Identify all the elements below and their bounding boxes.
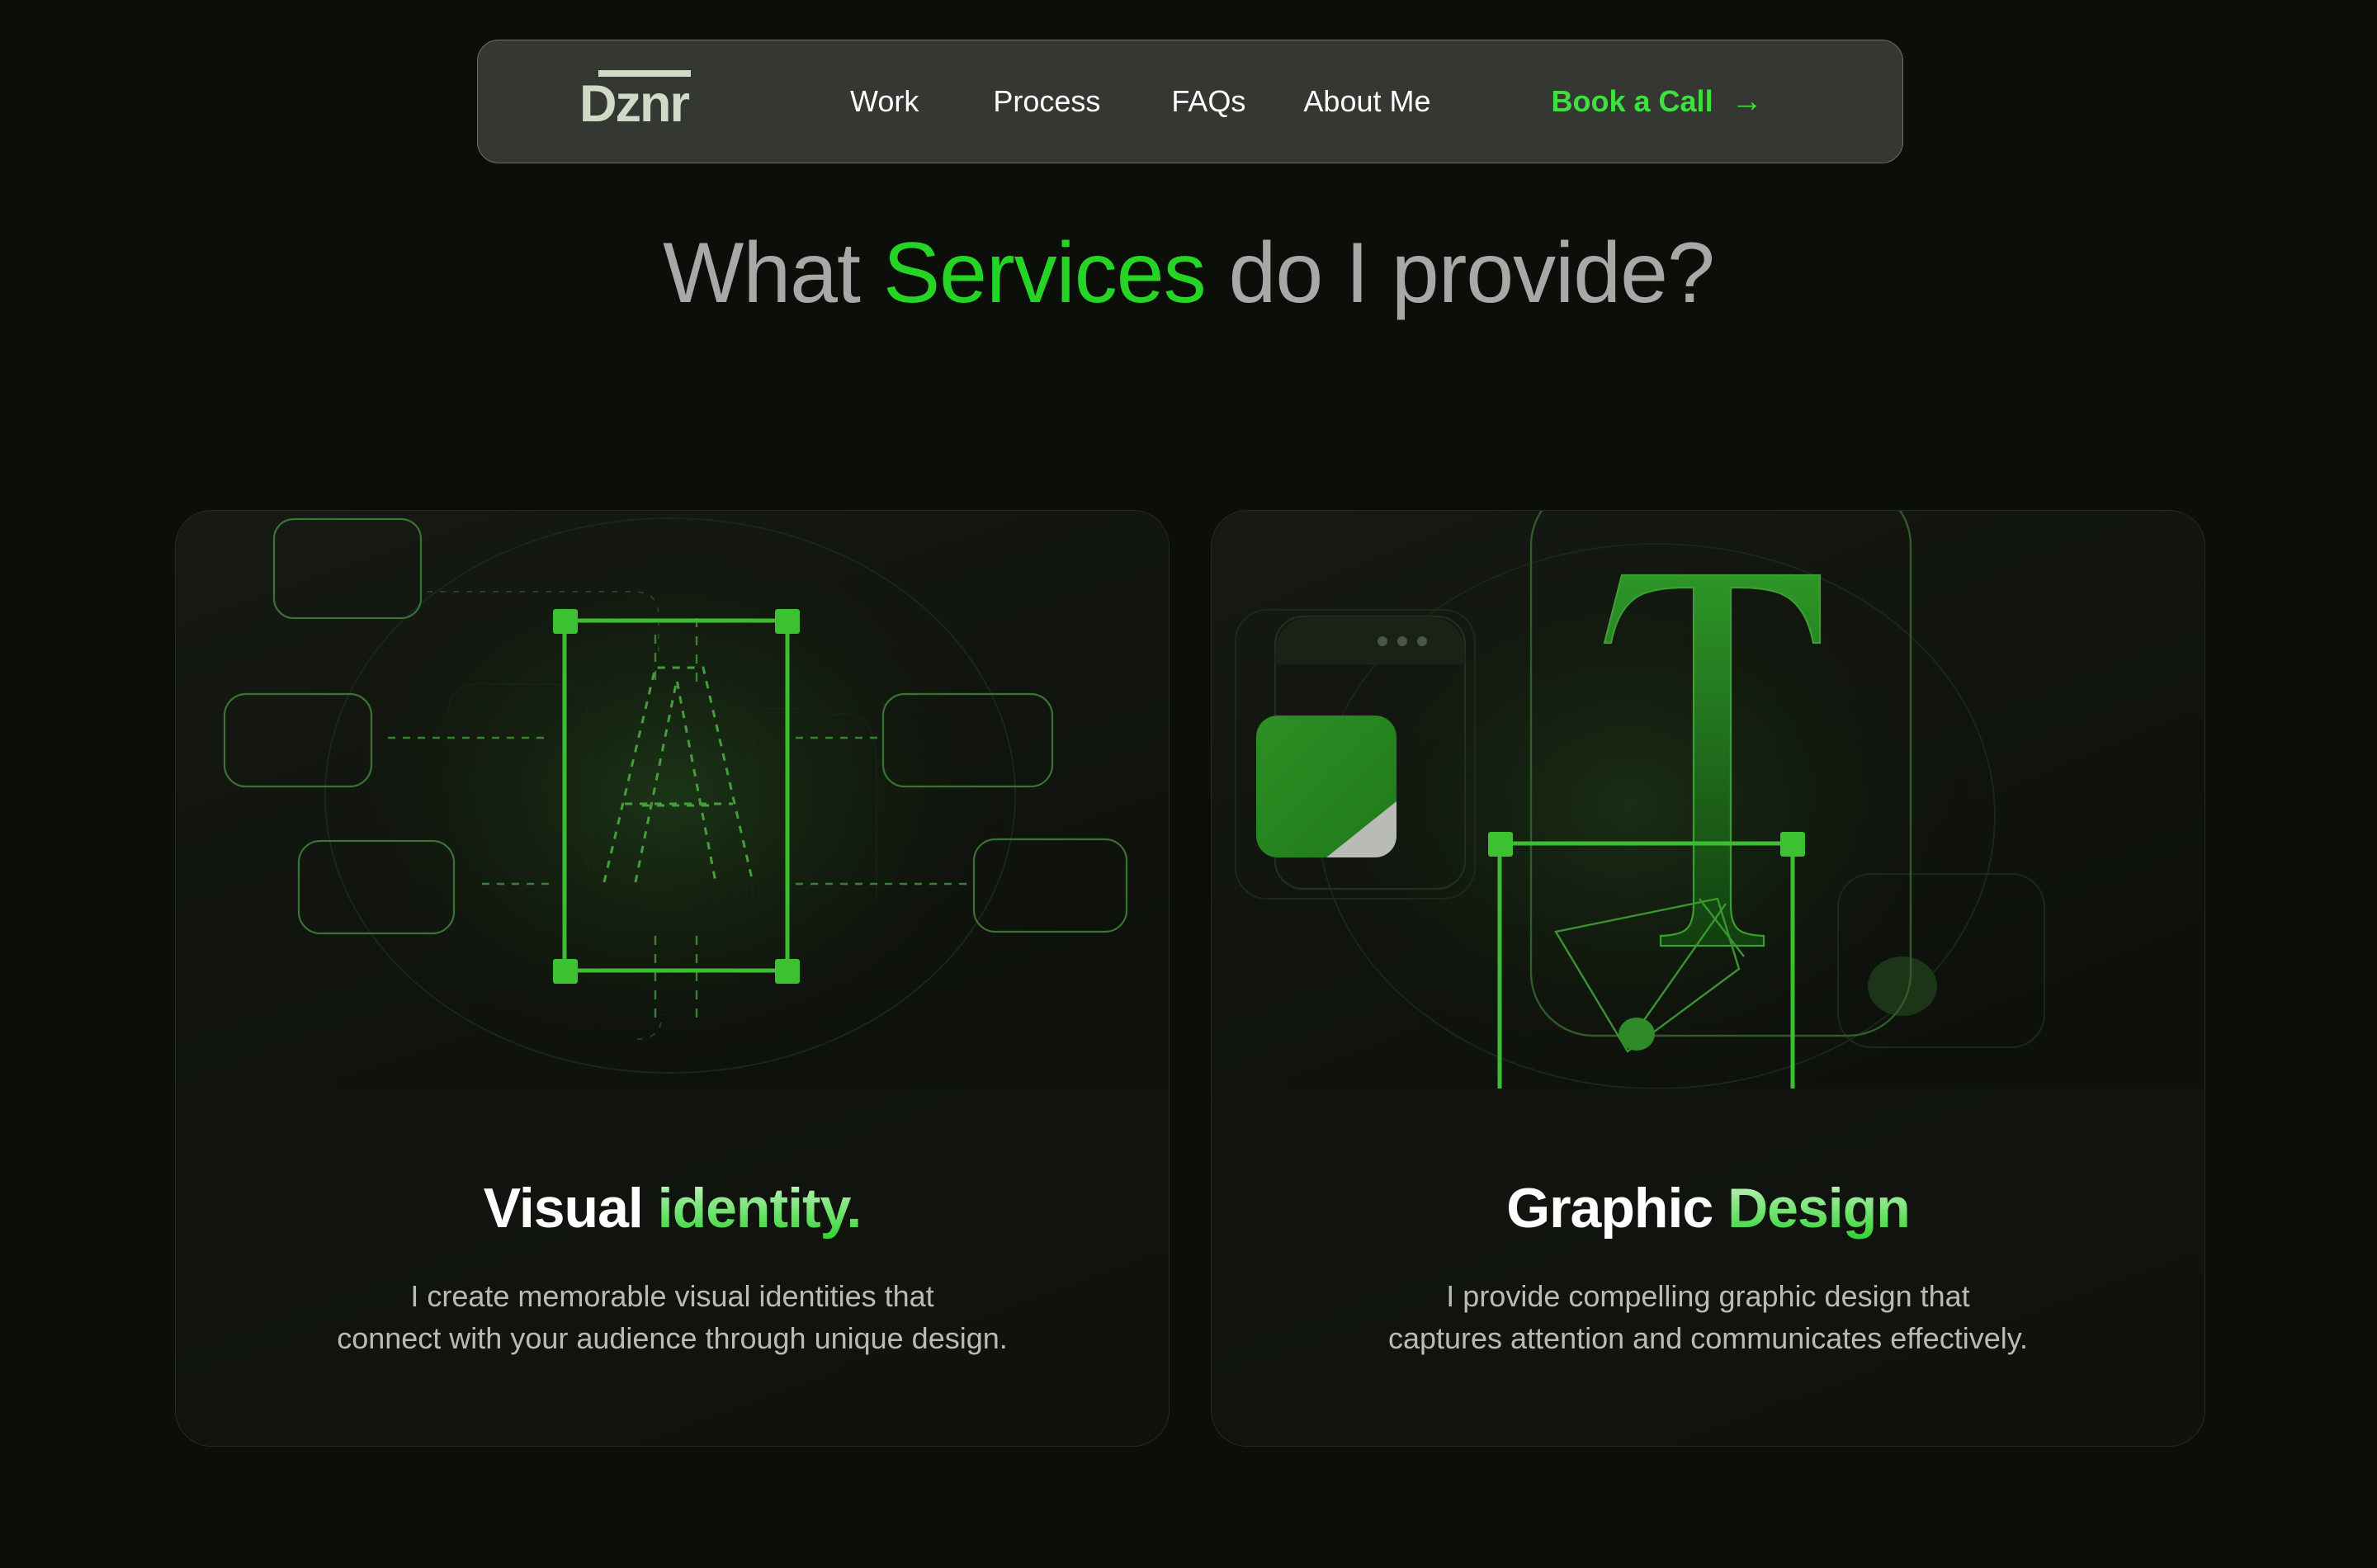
graphic-design-illustration [1212, 511, 2205, 1089]
arrow-right-icon: → [1731, 84, 1763, 119]
page-title: What Services do I provide? [0, 224, 2377, 323]
visual-identity-illustration [176, 511, 1169, 1089]
service-card-visual-identity[interactable]: Visual identity. I create memorable visu… [175, 510, 1170, 1447]
service-card-title-accent: Design [1727, 1177, 1911, 1240]
main-navbar: Dznr Work Process FAQs About Me Book a C… [477, 40, 1903, 163]
service-card-title-plain: Visual [483, 1177, 658, 1240]
nav-links: Work Process FAQs About Me Book a Call → [850, 84, 1763, 119]
service-card-description: I provide compelling graphic design that… [1387, 1279, 2029, 1356]
service-card-description: I create memorable visual identities tha… [337, 1279, 1008, 1356]
nav-link-faqs[interactable]: FAQs [1171, 84, 1245, 119]
services-card-list: Visual identity. I create memorable visu… [175, 510, 2205, 1447]
page-title-accent: Services [882, 225, 1207, 321]
nav-link-about-me[interactable]: About Me [1303, 84, 1430, 119]
nav-link-process[interactable]: Process [993, 84, 1100, 119]
book-a-call-label: Book a Call [1551, 84, 1713, 118]
nav-link-work[interactable]: Work [850, 84, 919, 119]
service-card-graphic-design[interactable]: Graphic Design I provide compelling grap… [1211, 510, 2205, 1447]
service-card-title: Visual identity. [484, 1176, 862, 1240]
service-card-title-plain: Graphic [1506, 1177, 1728, 1240]
book-a-call-button[interactable]: Book a Call → [1552, 84, 1763, 119]
page-title-before: What [663, 225, 883, 321]
service-card-title: Graphic Design [1506, 1176, 1911, 1240]
brand-logo[interactable]: Dznr [579, 69, 691, 130]
serif-t-swatch-pen-svg [1212, 511, 2205, 1089]
service-card-title-accent: identity. [657, 1177, 862, 1240]
page-root: Dznr Work Process FAQs About Me Book a C… [0, 0, 2377, 1568]
letter-a-artboard-svg [176, 511, 1169, 1089]
page-title-after: do I provide? [1205, 225, 1715, 321]
